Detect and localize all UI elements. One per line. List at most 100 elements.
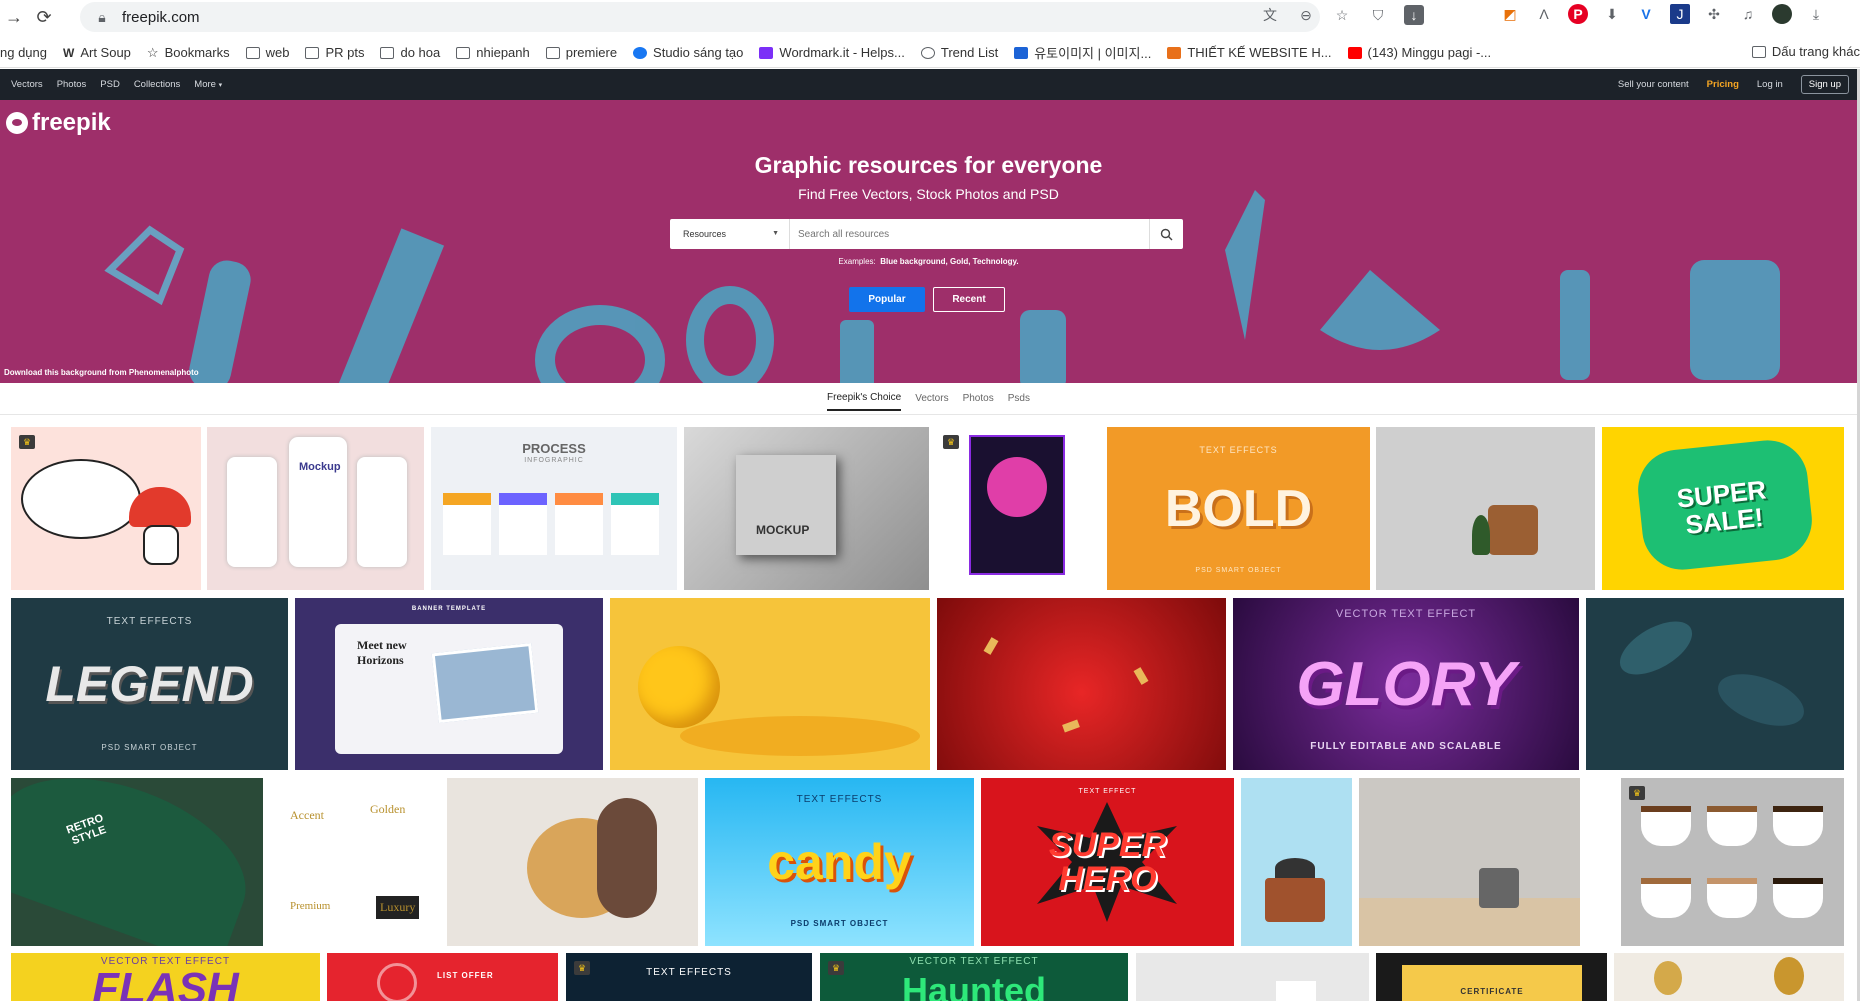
bookmark-item[interactable]: Wordmark.it - Helps... bbox=[759, 45, 905, 60]
bookmark-item[interactable]: do hoa bbox=[380, 45, 440, 60]
tab-vectors[interactable]: Vectors bbox=[915, 387, 948, 410]
nav-photos[interactable]: Photos bbox=[57, 79, 87, 90]
resource-card[interactable] bbox=[1614, 953, 1844, 1001]
resource-card[interactable]: CERTIFICATE bbox=[1376, 953, 1607, 1001]
bookmark-label: THIẾT KẾ WEBSITE H... bbox=[1187, 45, 1332, 60]
resource-type-select[interactable]: Resources ▼ bbox=[670, 219, 790, 249]
resource-card[interactable] bbox=[937, 598, 1226, 770]
top-navigation: Vectors Photos PSD Collections More ▾ Se… bbox=[0, 69, 1857, 100]
ext-color-icon[interactable]: ◩ bbox=[1500, 4, 1520, 24]
person-shape bbox=[597, 798, 657, 918]
resource-card[interactable]: Mockup bbox=[207, 427, 424, 590]
pinterest-icon[interactable]: P bbox=[1568, 4, 1588, 24]
puzzle-icon[interactable]: ✣ bbox=[1704, 4, 1724, 24]
bookmark-item[interactable]: ng dụng bbox=[0, 45, 47, 60]
resource-card[interactable]: LIST OFFER bbox=[327, 953, 558, 1001]
freepik-logo[interactable]: freepik bbox=[6, 109, 111, 137]
bookmark-item[interactable]: web bbox=[245, 45, 289, 60]
nav-psd[interactable]: PSD bbox=[100, 79, 120, 90]
resource-card[interactable]: ♛ bbox=[1621, 778, 1844, 946]
resource-card[interactable]: RETRO STYLE bbox=[11, 778, 263, 946]
infographic-step bbox=[555, 493, 603, 555]
balloon-shape bbox=[1774, 957, 1804, 995]
signup-button[interactable]: Sign up bbox=[1800, 75, 1849, 94]
resource-card[interactable] bbox=[447, 778, 698, 946]
box-shape bbox=[1276, 981, 1316, 1001]
examples-links[interactable]: Blue background, Gold, Technology. bbox=[880, 257, 1018, 266]
popular-button[interactable]: Popular bbox=[849, 287, 925, 312]
forward-icon[interactable]: → bbox=[0, 3, 28, 31]
nav-vectors[interactable]: Vectors bbox=[11, 79, 43, 90]
resource-card[interactable] bbox=[610, 598, 930, 770]
resource-card[interactable]: ♛ bbox=[935, 427, 1100, 590]
small-smileys bbox=[680, 716, 920, 756]
hero-subtitle: Find Free Vectors, Stock Photos and PSD bbox=[798, 186, 1059, 202]
resource-card[interactable]: ♛ VECTOR TEXT EFFECT Haunted bbox=[820, 953, 1128, 1001]
avatar[interactable] bbox=[1772, 4, 1792, 24]
background-credit[interactable]: Download this background from Phenomenal… bbox=[4, 368, 199, 377]
content-tabs: Freepik's Choice Vectors Photos Psds bbox=[0, 383, 1857, 415]
ext-v-icon[interactable]: V bbox=[1636, 4, 1656, 24]
bookmark-item[interactable]: premiere bbox=[545, 45, 617, 60]
shield-icon[interactable]: ⛉ bbox=[1368, 5, 1388, 25]
download-icon[interactable]: ↓ bbox=[1404, 5, 1424, 25]
resource-card[interactable]: PROCESS INFOGRAPHIC bbox=[431, 427, 677, 590]
resource-card[interactable]: Accent Golden Premium Luxury bbox=[270, 778, 440, 946]
sell-content-link[interactable]: Sell your content bbox=[1618, 79, 1689, 90]
resource-card[interactable] bbox=[1376, 427, 1595, 590]
translate-icon[interactable]: 文 bbox=[1260, 5, 1280, 25]
tile-text: Golden bbox=[370, 802, 406, 816]
ext-j-icon[interactable]: J bbox=[1670, 4, 1690, 24]
resource-card[interactable]: ♛ bbox=[11, 427, 201, 590]
bookmark-label: PR pts bbox=[325, 45, 365, 60]
resource-card[interactable]: BANNER TEMPLATE Meet new Horizons bbox=[295, 598, 603, 770]
bookmark-item[interactable]: (143) Minggu pagi -... bbox=[1347, 45, 1491, 60]
reload-icon[interactable]: ⟳ bbox=[30, 3, 58, 31]
resource-card[interactable]: TEXT EFFECT SUPER HERO bbox=[981, 778, 1234, 946]
recent-button[interactable]: Recent bbox=[933, 287, 1005, 312]
extension-icons: ◩ Λ P ⬇ V J ✣ ♫ ⤓ bbox=[1500, 4, 1826, 24]
tile-text: Meet new Horizons bbox=[357, 638, 407, 667]
resource-card[interactable] bbox=[1136, 953, 1369, 1001]
search-input[interactable] bbox=[790, 219, 1149, 249]
star-icon[interactable]: ☆ bbox=[1332, 5, 1352, 25]
tab-photos[interactable]: Photos bbox=[963, 387, 994, 410]
tile-text: BOLD bbox=[1164, 479, 1313, 538]
search-button[interactable] bbox=[1149, 219, 1183, 249]
tab-psds[interactable]: Psds bbox=[1008, 387, 1030, 410]
resource-card[interactable]: VECTOR TEXT EFFECT FLASH bbox=[11, 953, 320, 1001]
chrome-download-icon[interactable]: ⤓ bbox=[1806, 4, 1826, 24]
pricing-link[interactable]: Pricing bbox=[1707, 79, 1739, 90]
ext-download-icon[interactable]: ⬇ bbox=[1602, 4, 1622, 24]
bookmark-item[interactable]: ☆ Bookmarks bbox=[147, 45, 230, 61]
bookmark-item[interactable]: Studio sáng tạo bbox=[633, 45, 743, 60]
resource-card[interactable] bbox=[1241, 778, 1352, 946]
resource-card[interactable]: VECTOR TEXT EFFECT GLORY FULLY EDITABLE … bbox=[1233, 598, 1579, 770]
address-bar[interactable]: 🔒︎ freepik.com bbox=[80, 2, 1320, 32]
resource-card[interactable]: SUPER SALE! bbox=[1602, 427, 1844, 590]
resource-card[interactable]: TEXT EFFECTS BOLD PSD SMART OBJECT bbox=[1107, 427, 1370, 590]
bookmark-item[interactable]: PR pts bbox=[305, 45, 364, 60]
resource-card[interactable]: MOCKUP bbox=[684, 427, 929, 590]
mushroom-stem bbox=[143, 525, 179, 565]
nav-more[interactable]: More ▾ bbox=[194, 79, 222, 90]
login-link[interactable]: Log in bbox=[1757, 79, 1783, 90]
resource-card[interactable] bbox=[1586, 598, 1844, 770]
bookmark-item[interactable]: 유토이미지 | 이미지... bbox=[1014, 43, 1151, 62]
bookmark-item[interactable]: nhiepanh bbox=[456, 45, 530, 60]
other-bookmarks[interactable]: Dấu trang khác bbox=[1751, 44, 1860, 59]
resource-card[interactable]: ♛ TEXT EFFECTS bbox=[566, 953, 812, 1001]
resource-card[interactable] bbox=[1359, 778, 1580, 946]
bookmark-item[interactable]: Trend List bbox=[920, 45, 998, 60]
zoom-icon[interactable]: ⊖ bbox=[1296, 5, 1316, 25]
media-icon[interactable]: ♫ bbox=[1738, 4, 1758, 24]
nav-collections[interactable]: Collections bbox=[134, 79, 180, 90]
tab-freepiks-choice[interactable]: Freepik's Choice bbox=[827, 386, 902, 411]
ext-font-icon[interactable]: Λ bbox=[1534, 4, 1554, 24]
resource-card[interactable]: TEXT EFFECTS candy PSD SMART OBJECT bbox=[705, 778, 974, 946]
bookmark-item[interactable]: THIẾT KẾ WEBSITE H... bbox=[1167, 45, 1332, 60]
caret-down-icon: ▼ bbox=[772, 230, 779, 237]
bookmark-item[interactable]: W Art Soup bbox=[63, 45, 131, 60]
resource-card[interactable]: TEXT EFFECTS LEGEND PSD SMART OBJECT bbox=[11, 598, 288, 770]
tile-subtext: PSD SMART OBJECT bbox=[101, 743, 198, 752]
